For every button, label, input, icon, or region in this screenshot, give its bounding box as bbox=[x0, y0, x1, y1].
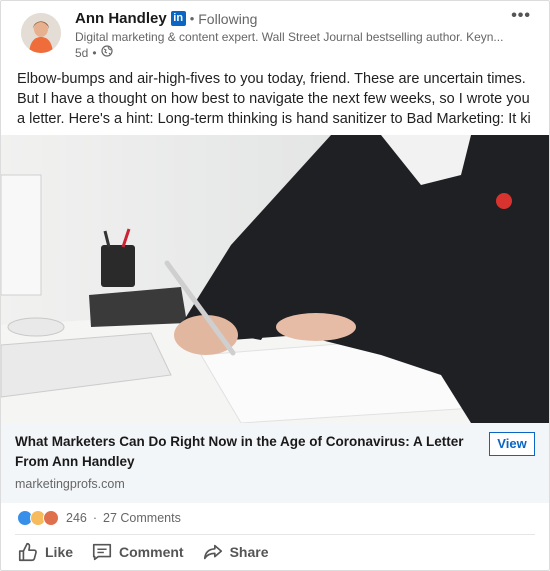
social-counts: 246 · 27 Comments bbox=[17, 510, 181, 526]
more-options-icon[interactable]: ••• bbox=[511, 7, 531, 25]
comment-icon bbox=[91, 541, 113, 563]
view-button[interactable]: View bbox=[489, 432, 535, 456]
feed-post: Ann Handley in • Following Digital marke… bbox=[0, 0, 550, 571]
globe-icon bbox=[100, 45, 113, 60]
link-preview: What Marketers Can Do Right Now in the A… bbox=[1, 423, 549, 503]
author-avatar[interactable] bbox=[21, 13, 61, 53]
post-meta: 5d • bbox=[75, 45, 113, 60]
reactions-summary[interactable] bbox=[17, 510, 59, 526]
linkedin-badge-icon: in bbox=[170, 11, 186, 26]
post-actions: Like Comment Share bbox=[17, 541, 269, 563]
share-button[interactable]: Share bbox=[202, 541, 269, 563]
divider bbox=[15, 534, 535, 535]
love-icon bbox=[43, 510, 59, 526]
follow-status[interactable]: Following bbox=[198, 11, 257, 27]
comments-count[interactable]: 27 Comments bbox=[103, 511, 181, 525]
separator-dot: · bbox=[92, 511, 98, 525]
post-body: Elbow-bumps and air-high-fives to you to… bbox=[17, 71, 531, 127]
article-image[interactable] bbox=[1, 135, 549, 423]
link-preview-title[interactable]: What Marketers Can Do Right Now in the A… bbox=[15, 432, 465, 472]
reaction-count[interactable]: 246 bbox=[66, 511, 87, 525]
like-button[interactable]: Like bbox=[17, 541, 73, 563]
share-label: Share bbox=[229, 544, 269, 560]
comment-label: Comment bbox=[119, 544, 184, 560]
thumbs-up-icon bbox=[17, 541, 39, 563]
separator-dot: • bbox=[92, 45, 97, 60]
post-time: 5d bbox=[75, 45, 89, 60]
post-header: Ann Handley in • Following Digital marke… bbox=[1, 1, 549, 63]
comment-button[interactable]: Comment bbox=[91, 541, 184, 563]
link-preview-source: marketingprofs.com bbox=[15, 477, 125, 491]
author-name-row: Ann Handley in • Following bbox=[75, 10, 257, 27]
like-label: Like bbox=[45, 544, 74, 560]
share-icon bbox=[202, 541, 224, 563]
author-name[interactable]: Ann Handley bbox=[75, 10, 167, 27]
separator-dot: • bbox=[189, 11, 195, 26]
author-headline: Digital marketing & content expert. Wall… bbox=[75, 30, 504, 44]
